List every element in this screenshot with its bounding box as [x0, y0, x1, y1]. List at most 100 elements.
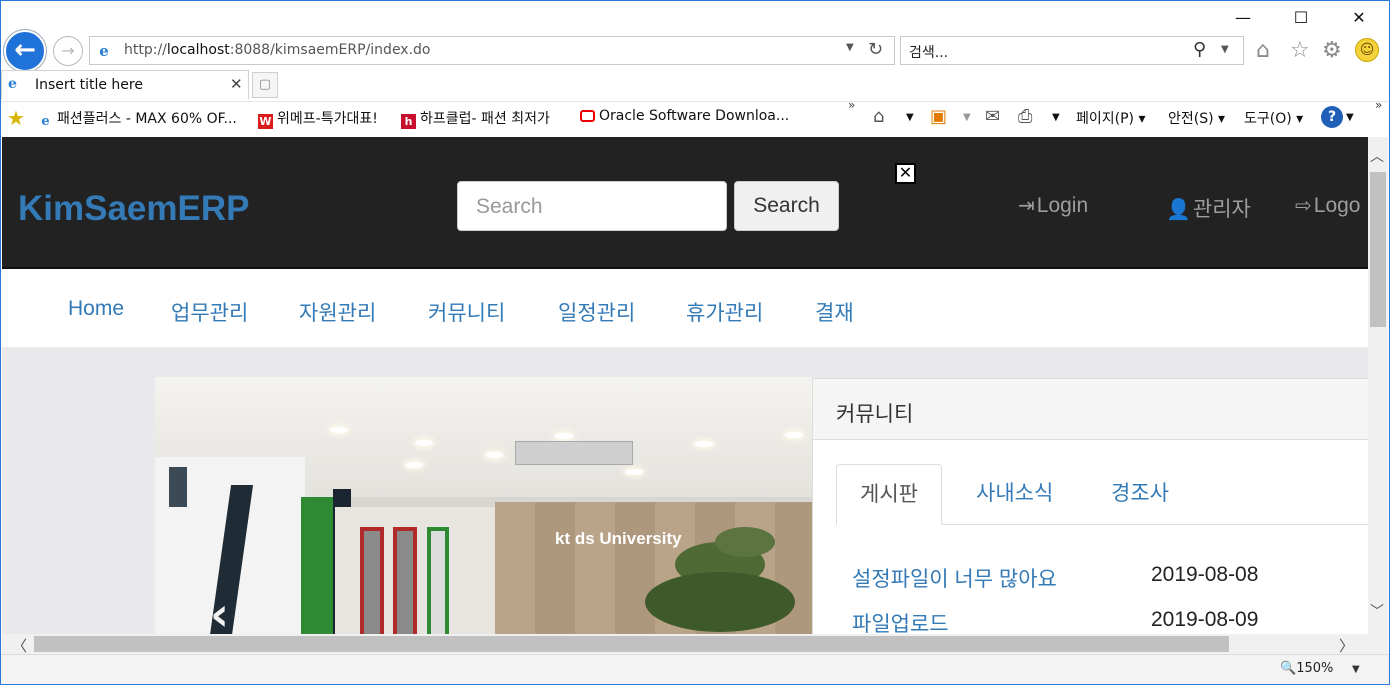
site-search-placeholder: Search — [476, 195, 543, 218]
nav-home[interactable]: Home — [68, 297, 124, 321]
horizontal-scroll-thumb[interactable] — [34, 636, 1229, 652]
browser-tab[interactable]: e Insert title here ✕ — [1, 70, 249, 99]
site-header: KimSaemERP Search Search ✕ ⇥Login 👤관리자 ⇨… — [2, 137, 1368, 269]
mail-icon[interactable]: ✉ — [985, 106, 1000, 127]
post-title-link[interactable]: 설정파일이 너무 많아요 — [852, 563, 1057, 593]
post-date: 2019-08-09 — [1151, 608, 1259, 631]
help-dropdown-icon[interactable]: ▼ — [1346, 112, 1354, 123]
tab-board[interactable]: 게시판 — [836, 464, 942, 525]
zoom-level[interactable]: 🔍150% — [1280, 661, 1333, 676]
nav-community[interactable]: 커뮤니티 — [428, 297, 505, 327]
post-title-link[interactable]: 파일업로드 — [852, 608, 949, 634]
favorite-link-wemakeprice[interactable]: W 위메프-특가대표! — [258, 108, 378, 129]
login-link[interactable]: ⇥Login — [1018, 193, 1088, 218]
close-popup-icon[interactable]: ✕ — [895, 163, 916, 184]
ceiling-light — [415, 440, 433, 446]
home-icon[interactable]: ⌂ — [873, 106, 884, 127]
wall-stripe — [169, 467, 187, 507]
new-tab-icon[interactable]: ▢ — [252, 72, 278, 98]
scroll-left-chevron-icon[interactable]: 〈 — [12, 635, 27, 656]
ie-page-icon: e — [41, 114, 50, 129]
zoom-dropdown-icon[interactable]: ▼ — [1352, 664, 1360, 675]
scroll-right-chevron-icon[interactable]: 〉 — [1339, 635, 1354, 656]
nav-vacation-management[interactable]: 휴가관리 — [686, 297, 763, 327]
print-icon[interactable]: ⎙ — [1018, 106, 1032, 127]
ie-page-icon: e — [99, 42, 109, 60]
nav-resource-management[interactable]: 자원관리 — [299, 297, 376, 327]
post-date: 2019-08-08 — [1151, 563, 1259, 586]
favorite-link-fashionplus[interactable]: e 패션플러스 - MAX 60% OF... — [38, 108, 236, 129]
minimize-icon[interactable]: — — [1228, 6, 1258, 30]
ie-page-icon: e — [8, 76, 17, 92]
community-panel: 커뮤니티 게시판 사내소식 경조사 설정파일이 너무 많아요 2019-08-0… — [812, 378, 1368, 634]
ceiling-light — [330, 427, 348, 433]
tab-title: Insert title here — [35, 77, 143, 93]
home-dropdown-icon[interactable]: ▼ — [906, 112, 914, 123]
search-dropdown-icon[interactable]: ▼ — [1221, 44, 1229, 55]
ceiling-light — [695, 441, 713, 447]
search-icon[interactable]: ⚲ — [1193, 39, 1206, 60]
pine-tree — [715, 527, 775, 557]
scroll-up-chevron-icon[interactable]: ︿ — [1370, 146, 1384, 166]
oracle-icon — [580, 110, 595, 122]
favorite-link-oracle[interactable]: Oracle Software Downloa... — [580, 108, 789, 124]
elevator-door — [427, 527, 449, 634]
back-arrow-icon[interactable]: ← — [4, 30, 46, 72]
rss-feed-icon[interactable]: ▣ — [930, 106, 947, 127]
address-bar[interactable]: e http://localhost:8088/kimsaemERP/index… — [89, 36, 895, 65]
ceiling-light — [625, 469, 643, 475]
carousel-sign-text: kt ds University — [555, 529, 682, 548]
tools-menu[interactable]: 도구(O) ▾ — [1244, 108, 1303, 128]
tab-company-news[interactable]: 사내소식 — [953, 464, 1076, 525]
panel-heading: 커뮤니티 — [813, 379, 1368, 440]
refresh-icon[interactable]: ↻ — [868, 39, 883, 60]
browser-search-placeholder: 검색... — [909, 45, 949, 61]
add-favorite-star-icon[interactable]: ★ — [7, 106, 25, 130]
nav-approval[interactable]: 결재 — [815, 297, 854, 327]
help-icon[interactable]: ? — [1321, 106, 1343, 128]
ceiling-ac-unit — [515, 441, 633, 465]
user-icon: 👤 — [1166, 199, 1191, 221]
forward-arrow-icon[interactable]: → — [53, 36, 83, 66]
pine-tree — [645, 572, 795, 632]
safety-menu[interactable]: 안전(S) ▾ — [1168, 108, 1225, 128]
print-dropdown-icon[interactable]: ▼ — [1052, 112, 1060, 123]
address-url[interactable]: http://localhost:8088/kimsaemERP/index.d… — [124, 42, 431, 58]
site-search-button[interactable]: Search — [734, 181, 839, 231]
settings-gear-icon[interactable]: ⚙ — [1322, 38, 1342, 63]
nav-schedule-management[interactable]: 일정관리 — [558, 297, 635, 327]
page-menu[interactable]: 페이지(P) ▾ — [1076, 108, 1146, 128]
brand-logo[interactable]: KimSaemERP — [18, 189, 249, 229]
nav-work-management[interactable]: 업무관리 — [171, 297, 248, 327]
close-tab-icon[interactable]: ✕ — [230, 75, 243, 93]
wemakeprice-icon: W — [258, 114, 273, 129]
more-commands-chevron-icon[interactable]: » — [1375, 98, 1382, 112]
vertical-scroll-thumb[interactable] — [1370, 172, 1386, 327]
page-viewport: KimSaemERP Search Search ✕ ⇥Login 👤관리자 ⇨… — [2, 137, 1368, 634]
tab-family-events[interactable]: 경조사 — [1088, 464, 1192, 525]
wall-stripe — [301, 497, 335, 634]
site-search-input[interactable]: Search — [457, 181, 727, 231]
browser-search-input[interactable]: 검색... ⚲ ▼ — [900, 36, 1244, 65]
elevator-door — [393, 527, 417, 634]
carousel-prev-chevron-icon[interactable]: ‹ — [210, 587, 229, 634]
rss-dropdown-icon[interactable]: ▼ — [963, 112, 971, 123]
admin-link[interactable]: 👤관리자 — [1166, 193, 1251, 223]
home-icon[interactable]: ⌂ — [1256, 38, 1270, 63]
elevator-door — [360, 527, 384, 634]
favorites-star-icon[interactable]: ☆ — [1290, 38, 1310, 63]
smiley-feedback-icon[interactable]: ☺ — [1355, 38, 1379, 62]
scroll-down-chevron-icon[interactable]: ﹀ — [1370, 601, 1384, 621]
more-favorites-chevron-icon[interactable]: » — [848, 98, 855, 112]
scrollbar-corner — [1368, 634, 1388, 654]
ceiling-light — [485, 452, 503, 458]
panel-title: 커뮤니티 — [836, 403, 914, 426]
logout-link[interactable]: ⇨Logo — [1295, 193, 1360, 218]
close-window-icon[interactable]: ✕ — [1344, 6, 1374, 30]
address-dropdown-icon[interactable]: ▼ — [846, 42, 854, 53]
image-carousel[interactable]: kt ds University ‹ — [155, 377, 814, 634]
maximize-icon[interactable]: ☐ — [1286, 6, 1316, 30]
zoom-magnifier-icon: 🔍 — [1280, 661, 1297, 676]
ceiling-light — [555, 433, 573, 439]
favorite-link-halfclub[interactable]: h 하프클럽- 패션 최저가 — [401, 108, 550, 129]
